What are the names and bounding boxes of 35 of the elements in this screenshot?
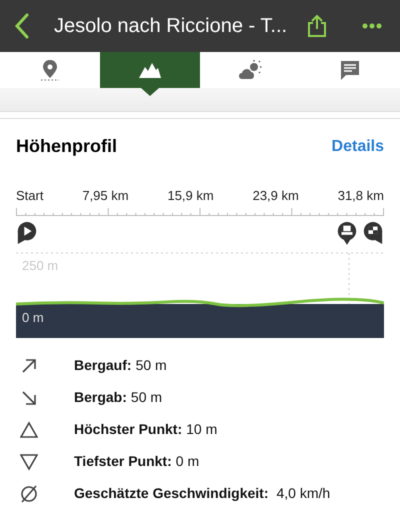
distance-label: 15,9 km (167, 187, 214, 205)
diameter-icon (20, 484, 38, 502)
details-link[interactable]: Details (332, 134, 384, 158)
stat-value: 4,0 km/h (276, 484, 330, 503)
mountain-icon (139, 62, 161, 78)
stat-value: 0 m (176, 452, 200, 471)
arrow-up-right-icon (20, 356, 38, 374)
share-icon[interactable] (307, 14, 328, 38)
pin-icon (39, 59, 61, 81)
window-title: Jesolo nach Riccione - T... (54, 14, 288, 39)
stat-value: 10 m (186, 420, 218, 439)
stat-label: Höchster Punkt: (74, 420, 182, 439)
triangle-up-icon (20, 420, 38, 438)
distance-label: 31,8 km (338, 187, 384, 205)
stat-label: Tiefster Punkt: (74, 452, 172, 471)
stat-label: Bergab: (74, 388, 127, 407)
axis-label: 0 m (22, 308, 44, 326)
flag-marker-icon[interactable] (362, 220, 384, 246)
distance-label: Start (16, 187, 44, 205)
ship-marker-icon[interactable] (336, 220, 358, 246)
stat-value: 50 m (136, 356, 167, 375)
comment-icon (339, 59, 361, 81)
arrow-down-right-icon (20, 388, 38, 406)
distance-label: 7,95 km (82, 187, 129, 205)
stat-label: Bergauf: (74, 356, 132, 375)
distance-label: 23,9 km (252, 187, 299, 205)
section-title: Höhenprofil (16, 135, 117, 158)
stat-label: Geschätzte Geschwindigkeit: (74, 484, 268, 503)
stat-value: 50 m (130, 388, 162, 407)
cloud-sun-icon (238, 59, 262, 81)
tab[interactable] (100, 52, 200, 88)
play-marker-icon[interactable] (16, 220, 38, 246)
more-icon[interactable] (362, 23, 382, 29)
triangle-down-icon (20, 452, 38, 470)
back-icon[interactable] (14, 13, 30, 39)
